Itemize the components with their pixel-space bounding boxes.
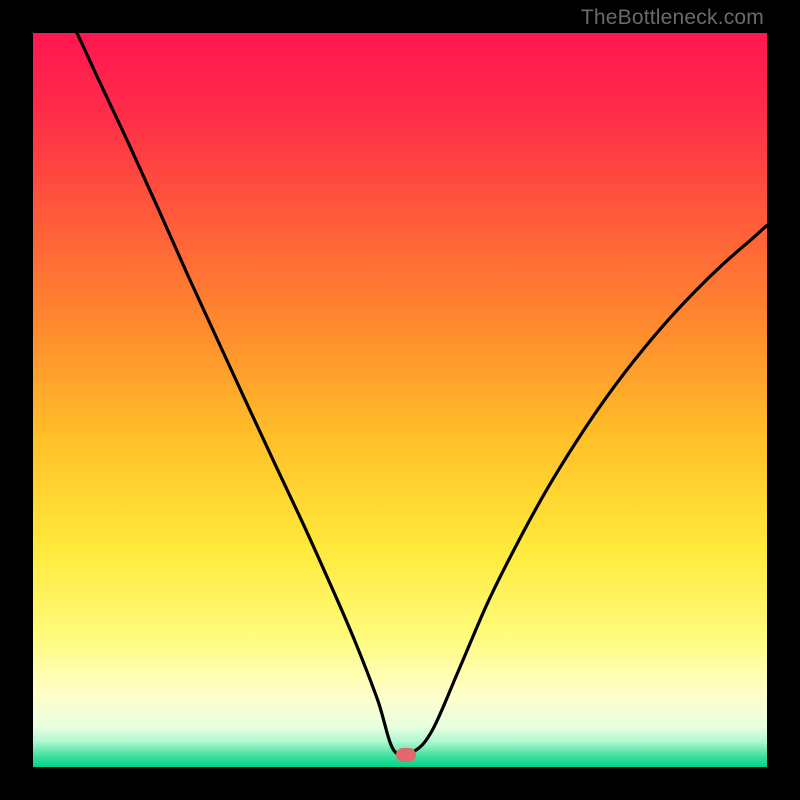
- optimal-point-marker: [396, 748, 416, 762]
- bottleneck-curve: [33, 33, 767, 767]
- chart-frame: TheBottleneck.com: [0, 0, 800, 800]
- plot-area: [33, 33, 767, 767]
- watermark-text: TheBottleneck.com: [581, 6, 764, 30]
